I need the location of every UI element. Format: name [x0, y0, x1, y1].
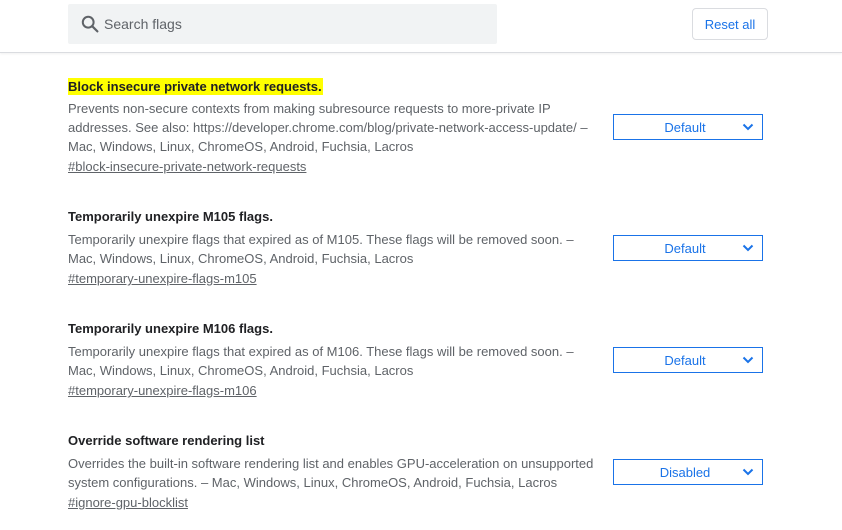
flag-select[interactable]: Default: [613, 235, 763, 261]
chevron-down-icon: [742, 466, 754, 478]
flag-select-value: Disabled: [659, 464, 711, 480]
flag-link[interactable]: #ignore-gpu-blocklist: [68, 493, 188, 512]
flag-select-value: Default: [664, 240, 706, 256]
reset-all-button[interactable]: Reset all: [692, 8, 768, 40]
flag-entry: Override software rendering list Overrid…: [68, 432, 768, 512]
flag-description: Overrides the built-in software renderin…: [68, 456, 594, 490]
flag-entry: Temporarily unexpire M105 flags. Tempora…: [68, 208, 768, 288]
flag-description: Temporarily unexpire flags that expired …: [68, 344, 574, 378]
flag-title: Block insecure private network requests.: [68, 78, 323, 95]
flag-link[interactable]: #temporary-unexpire-flags-m105: [68, 269, 257, 288]
search-box[interactable]: [68, 4, 497, 44]
flag-entry: Block insecure private network requests.…: [68, 78, 768, 176]
flag-description: Prevents non-secure contexts from making…: [68, 101, 588, 154]
search-icon: [80, 14, 100, 34]
flag-entry: Temporarily unexpire M106 flags. Tempora…: [68, 320, 768, 400]
flag-select[interactable]: Default: [613, 114, 763, 140]
chevron-down-icon: [742, 354, 754, 366]
flag-link[interactable]: #temporary-unexpire-flags-m106: [68, 381, 257, 400]
search-input[interactable]: [104, 16, 464, 32]
flag-select-value: Default: [664, 119, 706, 135]
flag-select[interactable]: Default: [613, 347, 763, 373]
flags-header: Reset all: [0, 0, 842, 53]
flag-title: Temporarily unexpire M106 flags.: [68, 321, 273, 336]
chevron-down-icon: [742, 121, 754, 133]
flag-link[interactable]: #block-insecure-private-network-requests: [68, 157, 306, 176]
flag-description: Temporarily unexpire flags that expired …: [68, 232, 574, 266]
flag-title: Override software rendering list: [68, 433, 265, 448]
chevron-down-icon: [742, 242, 754, 254]
flag-title: Temporarily unexpire M105 flags.: [68, 209, 273, 224]
flag-select[interactable]: Disabled: [613, 459, 763, 485]
flag-select-value: Default: [664, 352, 706, 368]
